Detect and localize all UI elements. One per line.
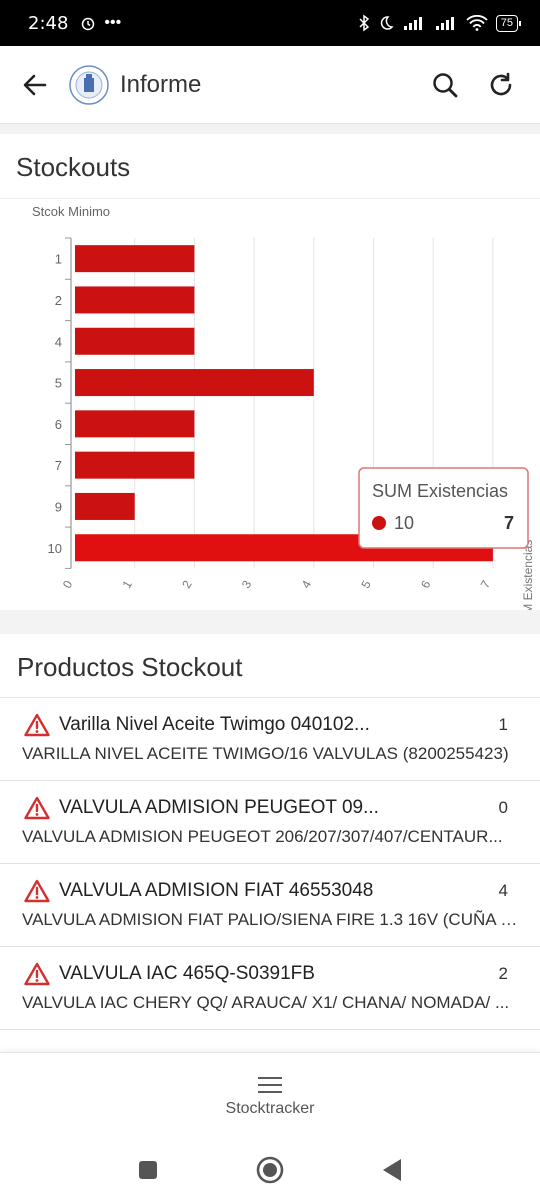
refresh-button[interactable] bbox=[480, 64, 522, 106]
stockouts-chart-card: Stockouts Stcok Minimo 1 2 4 5 6 7 9 10 0 1 2 3 4 5 6 7 S… bbox=[0, 134, 540, 610]
nav-label: Stocktracker bbox=[225, 1099, 315, 1117]
product-description: VALVULA ADMISION PEUGEOT 206/207/307/407… bbox=[22, 827, 503, 846]
warning-icon bbox=[24, 713, 50, 737]
signal-icon-2 bbox=[435, 17, 454, 30]
list-title: Productos Stockout bbox=[0, 634, 540, 698]
bottom-nav-stocktracker[interactable]: Stocktracker bbox=[0, 1052, 540, 1140]
x-axis-label: SUM Existencias bbox=[521, 540, 535, 610]
product-list-item[interactable]: VALVULA ADMISION FIAT 46553048 4 VALVULA A… bbox=[0, 864, 540, 947]
company-logo bbox=[69, 64, 109, 105]
bar[interactable] bbox=[75, 286, 195, 314]
x-tick-label: 5 bbox=[358, 578, 374, 591]
product-list-item[interactable]: Varilla Nivel Aceite Twimgo 040102... 1 VA… bbox=[0, 698, 540, 781]
y-axis-label: Stcok Minimo bbox=[32, 204, 110, 219]
menu-icon bbox=[258, 1076, 282, 1093]
y-tick-label: 6 bbox=[55, 417, 62, 432]
status-time: 2:48 bbox=[28, 12, 69, 34]
product-name: VALVULA ADMISION FIAT 46553048 bbox=[59, 880, 374, 901]
battery-indicator: 75 bbox=[495, 14, 522, 32]
system-nav-bar bbox=[0, 1140, 540, 1200]
warning-icon bbox=[24, 879, 50, 903]
signal-icon bbox=[403, 17, 422, 30]
section-spacer bbox=[0, 124, 540, 134]
tooltip-series-dot bbox=[372, 516, 386, 530]
back-button[interactable] bbox=[12, 62, 58, 108]
bar[interactable] bbox=[75, 410, 195, 438]
tooltip-value: 7 bbox=[504, 513, 514, 533]
app-bar: Informe bbox=[0, 46, 540, 124]
circle-icon bbox=[256, 1156, 284, 1184]
tooltip-category: 10 bbox=[394, 513, 414, 533]
chart-title: Stockouts bbox=[16, 152, 131, 182]
y-tick-label: 2 bbox=[55, 293, 62, 308]
warning-icon bbox=[24, 962, 50, 986]
product-quantity: 4 bbox=[498, 881, 508, 900]
search-icon bbox=[433, 72, 458, 97]
y-tick-label: 10 bbox=[48, 541, 62, 556]
product-description: VARILLA NIVEL ACEITE TWIMGO/16 VALVULAS … bbox=[22, 744, 509, 763]
product-quantity: 1 bbox=[498, 715, 508, 734]
moon-icon bbox=[380, 16, 394, 30]
y-tick-label: 1 bbox=[55, 252, 62, 267]
bluetooth-icon bbox=[359, 14, 369, 32]
x-tick-label: 7 bbox=[478, 578, 494, 591]
home-button[interactable] bbox=[255, 1155, 285, 1185]
bar[interactable] bbox=[75, 245, 195, 273]
product-quantity: 0 bbox=[498, 798, 508, 817]
triangle-back-icon bbox=[383, 1159, 401, 1181]
product-quantity: 2 bbox=[498, 964, 508, 983]
section-spacer bbox=[0, 610, 540, 634]
arrow-left-icon bbox=[23, 74, 47, 95]
x-tick-label: 0 bbox=[60, 578, 76, 591]
wifi-icon bbox=[466, 15, 488, 31]
more-notifications-icon: ••• bbox=[104, 14, 122, 31]
back-nav-button[interactable] bbox=[377, 1155, 407, 1185]
product-description: VALVULA IAC CHERY QQ/ ARAUCA/ X1/ CHANA/… bbox=[22, 993, 510, 1012]
product-list: Varilla Nivel Aceite Twimgo 040102... 1 VA… bbox=[0, 698, 540, 1030]
product-list-item[interactable]: VALVULA ADMISION PEUGEOT 09... 0 VALVULA A… bbox=[0, 781, 540, 864]
x-tick-label: 2 bbox=[179, 578, 195, 591]
y-tick-label: 9 bbox=[55, 499, 62, 514]
refresh-icon bbox=[490, 72, 512, 95]
status-bar: 2:48 ••• 75 bbox=[0, 0, 540, 46]
product-description: VALVULA ADMISION FIAT PALIO/SIENA FIRE 1… bbox=[22, 910, 524, 929]
bar[interactable] bbox=[75, 327, 195, 355]
search-button[interactable] bbox=[424, 64, 466, 106]
bar[interactable] bbox=[75, 492, 135, 520]
tooltip-box bbox=[358, 467, 529, 549]
warning-icon bbox=[24, 796, 50, 820]
page-title: Informe bbox=[120, 70, 202, 98]
bar[interactable] bbox=[75, 369, 314, 397]
bar[interactable] bbox=[75, 451, 195, 479]
stockouts-bar-chart[interactable]: Stcok Minimo 1 2 4 5 6 7 9 10 0 1 2 3 4 5 6 7 SUM Existen… bbox=[0, 198, 540, 610]
recents-button[interactable] bbox=[133, 1155, 163, 1185]
product-name: Varilla Nivel Aceite Twimgo 040102... bbox=[59, 714, 370, 735]
products-stockout-card: Productos Stockout Varilla Nivel Aceite … bbox=[0, 634, 540, 1052]
y-tick-label: 4 bbox=[55, 334, 62, 349]
x-tick-label: 3 bbox=[239, 578, 255, 591]
product-name: VALVULA ADMISION PEUGEOT 09... bbox=[59, 797, 379, 818]
product-name: VALVULA IAC 465Q-S0391FB bbox=[59, 963, 315, 984]
y-tick-label: 5 bbox=[55, 376, 62, 391]
alarm-icon bbox=[82, 17, 95, 31]
y-tick-label: 7 bbox=[55, 458, 62, 473]
square-icon bbox=[139, 1161, 157, 1179]
x-tick-label: 1 bbox=[120, 578, 136, 591]
x-tick-label: 6 bbox=[418, 578, 434, 591]
tooltip-title: SUM Existencias bbox=[372, 481, 508, 501]
x-tick-label: 4 bbox=[299, 578, 315, 591]
product-list-item[interactable]: VALVULA IAC 465Q-S0391FB 2 VALVULA IAC CHE… bbox=[0, 947, 540, 1030]
